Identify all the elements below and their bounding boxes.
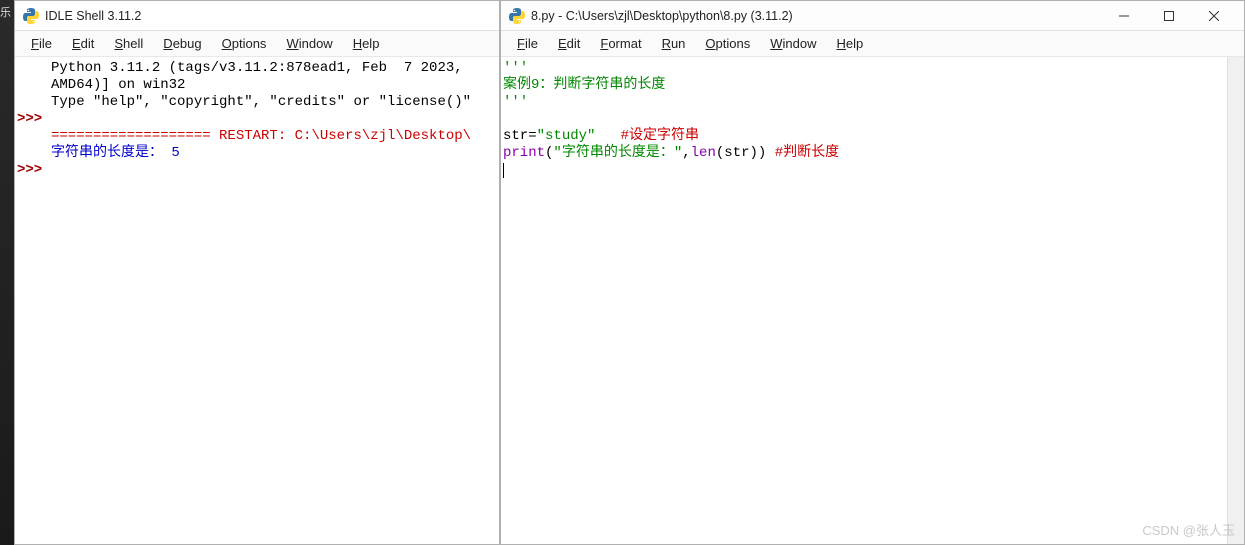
shell-prompt-gutter: >>> >>> [15,57,49,544]
code-line: Python 3.11.2 (tags/v3.11.2:878ead1, Feb… [51,60,497,77]
menu-options[interactable]: Options [695,33,760,54]
code-line: Type "help", "copyright", "credits" or "… [51,94,497,111]
idle-shell-window: IDLE Shell 3.11.2 FileEditShellDebugOpti… [14,0,500,545]
editor-menubar: FileEditFormatRunOptionsWindowHelp [501,31,1244,57]
gutter-blank [15,128,49,145]
code-line: =================== RESTART: C:\Users\zj… [51,128,497,145]
menu-run[interactable]: Run [652,33,696,54]
minimize-button[interactable] [1101,2,1146,30]
menu-options[interactable]: Options [212,33,277,54]
gutter-blank [15,145,49,162]
prompt-marker: >>> [15,111,49,128]
cursor-line [503,162,1225,179]
text-cursor [503,163,504,178]
menu-help[interactable]: Help [827,33,874,54]
shell-titlebar[interactable]: IDLE Shell 3.11.2 [15,1,499,31]
code-line: print("字符串的长度是：",len(str)) #判断长度 [503,145,1225,162]
gutter-blank [15,60,49,77]
close-button[interactable] [1191,2,1236,30]
code-line: 字符串的长度是： 5 [51,145,497,162]
editor-title: 8.py - C:\Users\zjl\Desktop\python\8.py … [531,9,793,23]
menu-debug[interactable]: Debug [153,33,211,54]
gutter-blank [15,77,49,94]
editor-titlebar[interactable]: 8.py - C:\Users\zjl\Desktop\python\8.py … [501,1,1244,31]
desktop-edge: 乐 [0,0,14,545]
shell-menubar: FileEditShellDebugOptionsWindowHelp [15,31,499,57]
menu-file[interactable]: File [507,33,548,54]
maximize-button[interactable] [1146,2,1191,30]
menu-edit[interactable]: Edit [548,33,590,54]
menu-window[interactable]: Window [276,33,342,54]
menu-format[interactable]: Format [590,33,651,54]
idle-editor-window: 8.py - C:\Users\zjl\Desktop\python\8.py … [500,0,1245,545]
menu-help[interactable]: Help [343,33,390,54]
python-icon [509,8,525,24]
code-line: ''' [503,94,1225,111]
code-line [51,162,497,179]
shell-code-area[interactable]: Python 3.11.2 (tags/v3.11.2:878ead1, Feb… [49,57,499,544]
code-line [51,111,497,128]
prompt-marker: >>> [15,162,49,179]
menu-shell[interactable]: Shell [104,33,153,54]
gutter-blank [15,94,49,111]
shell-content[interactable]: >>> >>> Python 3.11.2 (tags/v3.11.2:878ea… [15,57,499,544]
editor-code-area[interactable]: '''案例9：判断字符串的长度''' str="study" #设定字符串prin… [501,57,1227,544]
window-controls [1101,2,1236,30]
shell-title: IDLE Shell 3.11.2 [45,9,141,23]
editor-content[interactable]: '''案例9：判断字符串的长度''' str="study" #设定字符串prin… [501,57,1244,544]
code-line: str="study" #设定字符串 [503,128,1225,145]
code-line: 案例9：判断字符串的长度 [503,77,1225,94]
menu-edit[interactable]: Edit [62,33,104,54]
code-line [503,111,1225,128]
menu-file[interactable]: File [21,33,62,54]
python-icon [23,8,39,24]
menu-window[interactable]: Window [760,33,826,54]
code-line: ''' [503,60,1225,77]
scrollbar-vertical[interactable] [1227,57,1244,544]
code-line: AMD64)] on win32 [51,77,497,94]
